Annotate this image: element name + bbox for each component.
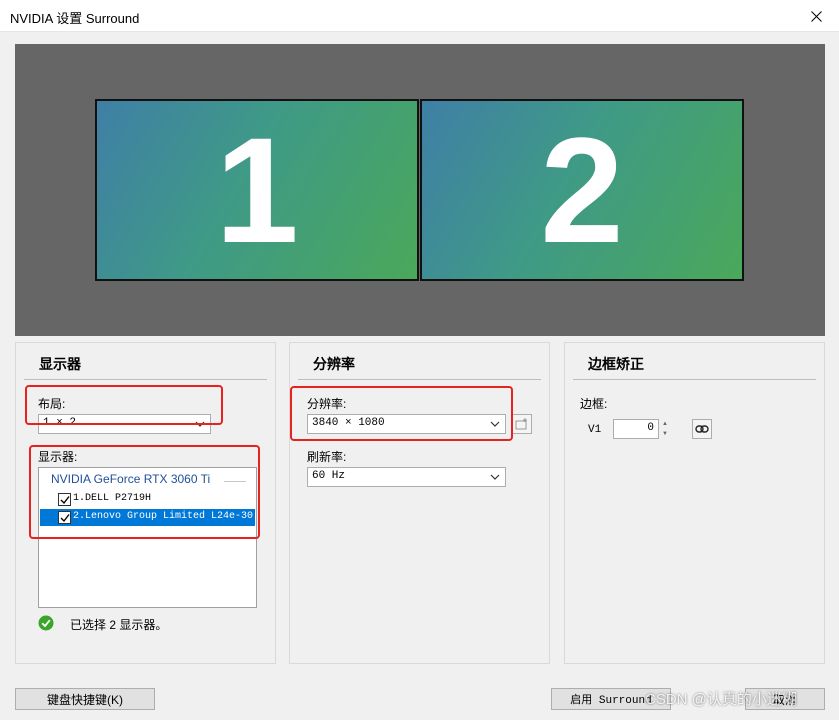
status-text: 已选择 2 显示器。 — [70, 618, 168, 632]
link-bezel-button[interactable] — [692, 419, 712, 439]
enable-surround-label: 启用 Surround — [570, 695, 652, 707]
v1-spinner[interactable]: ▲ ▼ — [659, 419, 671, 439]
bezel-panel: 边框矫正 边框: V1 0 ▲ ▼ — [564, 342, 825, 664]
bezel-panel-header: 边框矫正 — [573, 343, 816, 380]
spin-down-icon[interactable]: ▼ — [659, 429, 671, 439]
bezel-label: 边框: — [580, 397, 608, 411]
chevron-down-icon — [490, 474, 500, 480]
resolution-panel: 分辨率 分辨率: 3840 × 1080 刷新率: 60 Hz — [289, 342, 550, 664]
keyboard-shortcuts-label: 键盘快捷键(K) — [47, 692, 123, 707]
v1-input-value: 0 — [647, 422, 654, 434]
resolution-panel-header: 分辨率 — [298, 343, 541, 380]
displays-panel: 显示器 布局: 1 × 2 显示器: NVIDIA GeForce RTX 30… — [15, 342, 276, 664]
monitor-tile-1[interactable]: 1 — [95, 99, 419, 281]
refresh-rate-select[interactable]: 60 Hz — [307, 467, 506, 487]
custom-resolution-button[interactable] — [512, 414, 532, 434]
title-bar: NVIDIA 设置 Surround — [0, 0, 839, 32]
close-button[interactable] — [793, 0, 839, 32]
annotation-box-displays — [29, 445, 260, 539]
refresh-rate-select-value: 60 Hz — [312, 470, 346, 482]
watermark: CSDN @认真的小迷糊 — [645, 691, 797, 708]
check-circle-icon — [38, 615, 54, 631]
monitor-number: 2 — [540, 106, 624, 274]
displays-panel-title: 显示器 — [39, 356, 81, 372]
add-resolution-icon — [515, 418, 527, 430]
spin-up-icon[interactable]: ▲ — [659, 419, 671, 429]
v1-input[interactable]: 0 — [613, 419, 659, 439]
annotation-box-layout — [25, 385, 223, 425]
monitor-tile-2[interactable]: 2 — [420, 99, 744, 281]
v1-label: V1 — [588, 424, 602, 436]
refresh-rate-label: 刷新率: — [307, 450, 347, 464]
annotation-box-resolution — [290, 386, 513, 441]
keyboard-shortcuts-button[interactable]: 键盘快捷键(K) — [15, 688, 155, 710]
close-icon — [810, 10, 822, 22]
bezel-panel-title: 边框矫正 — [588, 356, 644, 372]
window-title: NVIDIA 设置 Surround — [10, 11, 140, 26]
displays-panel-header: 显示器 — [24, 343, 267, 380]
link-icon — [695, 425, 709, 433]
monitor-number: 1 — [215, 106, 299, 274]
monitor-preview: 1 2 — [15, 44, 825, 336]
resolution-panel-title: 分辨率 — [313, 356, 355, 372]
